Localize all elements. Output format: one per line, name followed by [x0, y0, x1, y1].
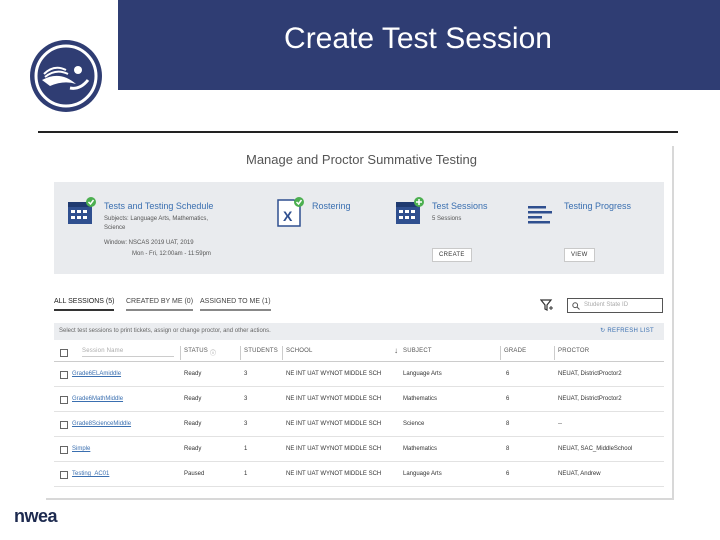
table-row[interactable]: Grade6MathMiddle Ready 3 NE INT UAT WYNO…: [54, 388, 664, 412]
column-divider: [500, 346, 501, 360]
tile-testing-progress[interactable]: Testing Progress VIEW: [526, 182, 656, 274]
proctor-cell: NEUAT, SAC_MiddleSchool: [558, 446, 633, 452]
header-proctor[interactable]: PROCTOR: [558, 348, 589, 354]
select-all-checkbox[interactable]: [60, 349, 68, 357]
students-cell: 3: [244, 371, 248, 377]
tile-test-sessions[interactable]: Test Sessions 5 Sessions CREATE: [394, 182, 524, 274]
column-divider: [180, 346, 181, 360]
tile-window: Window: NSCAS 2019 UAT, 2019: [104, 240, 194, 246]
subject-cell: Mathematics: [403, 396, 438, 402]
table-row[interactable]: Grade6ELAmiddle Ready 3 NE INT UAT WYNOT…: [54, 363, 664, 387]
table-row[interactable]: Grade8ScienceMiddle Ready 3 NE INT UAT W…: [54, 413, 664, 437]
page-title: Manage and Proctor Summative Testing: [246, 152, 477, 167]
progress-lines-icon: [528, 206, 552, 224]
calendar-icon: [68, 197, 96, 224]
row-checkbox[interactable]: [60, 396, 68, 404]
students-cell: 3: [244, 421, 248, 427]
school-cell: NE INT UAT WYNOT MIDDLE SCH: [286, 471, 382, 477]
session-link[interactable]: Grade6MathMiddle: [72, 396, 123, 402]
tile-subjects: Subjects: Language Arts, Mathematics, Sc…: [104, 216, 209, 231]
divider: [38, 131, 678, 133]
row-checkbox[interactable]: [60, 471, 68, 479]
tile-title[interactable]: Testing Progress: [564, 201, 631, 211]
school-cell: NE INT UAT WYNOT MIDDLE SCH: [286, 396, 382, 402]
header-grade[interactable]: GRADE: [504, 348, 526, 354]
status-cell: Ready: [184, 421, 202, 427]
search-icon: [572, 302, 580, 310]
table-header: Session Name STATUS ⓘ STUDENTS SCHOOL ↓ …: [54, 344, 664, 362]
students-cell: 1: [244, 446, 248, 452]
tile-title[interactable]: Tests and Testing Schedule: [104, 201, 213, 211]
status-cell: Ready: [184, 446, 202, 452]
grade-cell: 8: [506, 421, 510, 427]
subject-cell: Language Arts: [403, 471, 442, 477]
help-icon[interactable]: ⓘ: [210, 348, 216, 357]
session-link[interactable]: Grade6ELAmiddle: [72, 371, 121, 377]
header-school[interactable]: SCHOOL: [286, 348, 313, 354]
session-link[interactable]: Testing_AC01: [72, 471, 109, 477]
students-cell: 1: [244, 471, 248, 477]
create-button[interactable]: CREATE: [432, 248, 472, 262]
subject-cell: Mathematics: [403, 446, 438, 452]
info-text: Select test sessions to print tickets, a…: [59, 328, 271, 334]
calendar-icon: [396, 197, 424, 224]
filter-icon[interactable]: [540, 298, 554, 312]
logo-panel: [0, 0, 118, 130]
tile-hours: Mon - Fri, 12:00am - 11:59pm: [132, 251, 211, 257]
tile-title[interactable]: Rostering: [312, 201, 351, 211]
tab-assigned-to-me[interactable]: ASSIGNED TO ME (1): [200, 298, 271, 311]
view-button[interactable]: VIEW: [564, 248, 595, 262]
brand-logo: nwea: [14, 506, 58, 526]
header-students[interactable]: STUDENTS: [244, 348, 278, 354]
refresh-label: REFRESH LIST: [607, 328, 654, 334]
tab-created-by-me[interactable]: CREATED BY ME (0): [126, 298, 194, 311]
proctor-cell: NEUAT, DistrictProctor2: [558, 371, 622, 377]
slide-title: Create Test Session: [284, 22, 552, 55]
dashboard-tiles: Tests and Testing Schedule Subjects: Lan…: [54, 182, 664, 274]
school-cell: NE INT UAT WYNOT MIDDLE SCH: [286, 371, 382, 377]
table-row[interactable]: Simple Ready 1 NE INT UAT WYNOT MIDDLE S…: [54, 438, 664, 462]
status-cell: Ready: [184, 396, 202, 402]
tab-all-sessions[interactable]: ALL SESSIONS (5): [54, 298, 115, 311]
session-link[interactable]: Simple: [72, 446, 90, 452]
session-link[interactable]: Grade8ScienceMiddle: [72, 421, 131, 427]
table-row[interactable]: Testing_AC01 Paused 1 NE INT UAT WYNOT M…: [54, 463, 664, 487]
status-cell: Ready: [184, 371, 202, 377]
header-subject[interactable]: SUBJECT: [403, 348, 432, 354]
column-divider: [240, 346, 241, 360]
sort-down-icon[interactable]: ↓: [394, 346, 398, 355]
grade-cell: 6: [506, 471, 510, 477]
row-checkbox[interactable]: [60, 371, 68, 379]
students-cell: 3: [244, 396, 248, 402]
proctor-cell: NEUAT, Andrew: [558, 471, 601, 477]
proctor-cell: --: [558, 421, 562, 427]
refresh-icon: ↻: [600, 328, 606, 334]
tile-title[interactable]: Test Sessions: [432, 201, 488, 211]
grade-cell: 8: [506, 446, 510, 452]
info-bar: Select test sessions to print tickets, a…: [54, 323, 664, 340]
tile-tests-schedule[interactable]: Tests and Testing Schedule Subjects: Lan…: [66, 182, 216, 274]
organization-logo: [30, 40, 102, 112]
session-name-filter[interactable]: Session Name: [82, 348, 174, 357]
column-divider: [554, 346, 555, 360]
school-cell: NE INT UAT WYNOT MIDDLE SCH: [286, 446, 382, 452]
app-screenshot: Manage and Proctor Summative Testing Tes…: [46, 146, 674, 500]
status-cell: Paused: [184, 471, 205, 477]
student-id-search-input[interactable]: Student State ID: [567, 298, 663, 313]
tile-rostering[interactable]: X Rostering: [274, 182, 394, 274]
search-placeholder: Student State ID: [584, 302, 629, 308]
school-cell: NE INT UAT WYNOT MIDDLE SCH: [286, 421, 382, 427]
row-checkbox[interactable]: [60, 446, 68, 454]
column-divider: [282, 346, 283, 360]
svg-text:X: X: [283, 208, 293, 224]
excel-icon: X: [277, 197, 304, 227]
row-checkbox[interactable]: [60, 421, 68, 429]
grade-cell: 6: [506, 396, 510, 402]
grade-cell: 6: [506, 371, 510, 377]
refresh-list-button[interactable]: ↻ REFRESH LIST: [600, 327, 654, 334]
subject-cell: Language Arts: [403, 371, 442, 377]
subject-cell: Science: [403, 421, 425, 427]
header-status[interactable]: STATUS: [184, 348, 208, 354]
proctor-cell: NEUAT, DistrictProctor2: [558, 396, 622, 402]
